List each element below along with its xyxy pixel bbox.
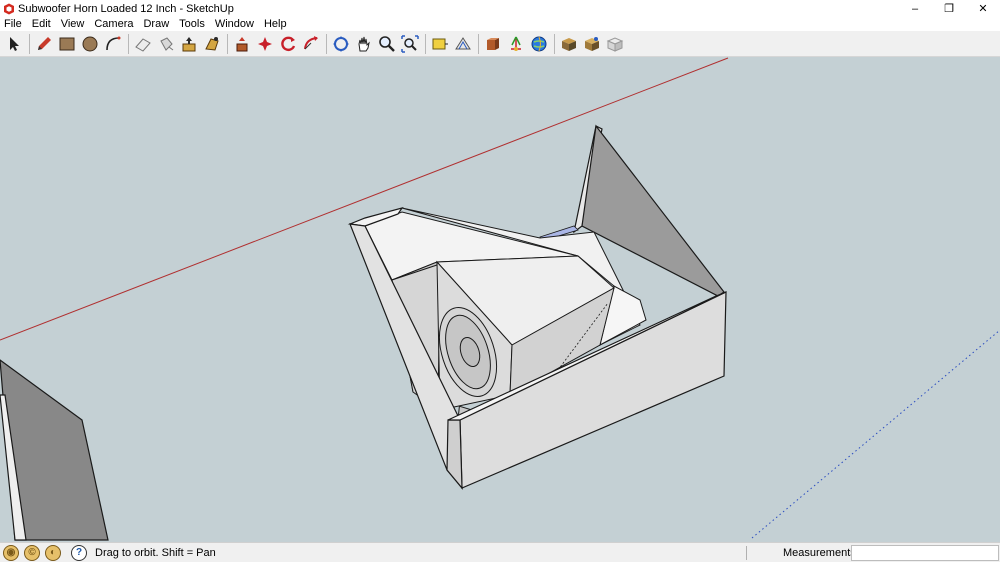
zoom-icon bbox=[379, 35, 395, 52]
select-tool-button[interactable] bbox=[3, 33, 25, 55]
dimensions-icon bbox=[511, 36, 521, 51]
protractor-icon bbox=[455, 36, 471, 49]
axes-tool-button[interactable] bbox=[482, 33, 504, 55]
arc-tool-button[interactable] bbox=[102, 33, 124, 55]
eraser-icon bbox=[135, 37, 151, 52]
zoom-extents-tool-button[interactable] bbox=[399, 33, 421, 55]
toolbar-separator bbox=[128, 33, 129, 54]
pencil-tool-button[interactable] bbox=[33, 33, 55, 55]
menu-draw[interactable]: Draw bbox=[143, 18, 169, 30]
axes-icon bbox=[487, 37, 499, 50]
menu-tools[interactable]: Tools bbox=[179, 18, 205, 30]
toolbar-separator bbox=[478, 33, 479, 54]
close-button[interactable]: ✕ bbox=[966, 0, 1000, 17]
toolbar-separator bbox=[554, 33, 555, 54]
select-icon bbox=[10, 36, 19, 51]
pencil-icon bbox=[38, 36, 51, 50]
pan-icon bbox=[358, 36, 370, 51]
share-model-icon bbox=[606, 36, 624, 52]
extension-warehouse-icon bbox=[585, 36, 599, 51]
protractor-tool-button[interactable] bbox=[452, 33, 474, 55]
follow-me-tool-button[interactable] bbox=[201, 33, 223, 55]
share-model-tool-button[interactable] bbox=[604, 33, 626, 55]
menu-help[interactable]: Help bbox=[264, 18, 287, 30]
title-bar: Subwoofer Horn Loaded 12 Inch - SketchUp… bbox=[0, 0, 1000, 17]
extension-warehouse-tool-button[interactable] bbox=[581, 33, 603, 55]
geo-location-icon[interactable]: ◉ bbox=[3, 544, 19, 561]
toolbar-separator bbox=[425, 33, 426, 54]
scale-icon bbox=[304, 35, 318, 49]
menu-camera[interactable]: Camera bbox=[94, 18, 133, 30]
circle-tool-button[interactable] bbox=[79, 33, 101, 55]
tape-measure-tool-button[interactable] bbox=[429, 33, 451, 55]
toolbar-separator bbox=[227, 33, 228, 54]
toolbar-separator bbox=[326, 33, 327, 54]
help-icon[interactable]: ? bbox=[71, 544, 87, 561]
offset-tool-button[interactable] bbox=[277, 33, 299, 55]
arc-icon bbox=[106, 36, 121, 50]
follow-me-icon bbox=[205, 36, 219, 51]
zoom-extents-icon bbox=[401, 34, 419, 53]
scale-tool-button[interactable] bbox=[300, 33, 322, 55]
eraser-tool-button[interactable] bbox=[132, 33, 154, 55]
toolbar-separator bbox=[29, 33, 30, 54]
left-panel bbox=[0, 359, 109, 541]
window-title: Subwoofer Horn Loaded 12 Inch - SketchUp bbox=[18, 2, 234, 15]
main-toolbar bbox=[0, 31, 1000, 57]
status-divider bbox=[746, 546, 747, 560]
rectangle-icon bbox=[59, 37, 75, 50]
status-hint: Drag to orbit. Shift = Pan bbox=[95, 546, 216, 559]
rectangle-tool-button[interactable] bbox=[56, 33, 78, 55]
menu-file[interactable]: File bbox=[4, 18, 22, 30]
3d-warehouse-icon bbox=[531, 36, 547, 51]
user-account-icon[interactable]: ◐ bbox=[45, 544, 61, 561]
credits-icon[interactable]: © bbox=[24, 544, 40, 561]
sketchup-logo-icon bbox=[4, 3, 14, 14]
status-bar: ◉ © ◐ ? Drag to orbit. Shift = Pan Measu… bbox=[0, 542, 1000, 562]
zoom-tool-button[interactable] bbox=[376, 33, 398, 55]
circle-icon bbox=[82, 36, 98, 51]
push-pull-icon bbox=[182, 36, 196, 51]
menu-bar: File Edit View Camera Draw Tools Window … bbox=[0, 17, 1000, 31]
pan-tool-button[interactable] bbox=[353, 33, 375, 55]
measurements-label: Measurements bbox=[783, 547, 856, 559]
dimensions-tool-button[interactable] bbox=[505, 33, 527, 55]
tape-measure-icon bbox=[432, 38, 448, 49]
offset-icon bbox=[281, 36, 296, 51]
menu-window[interactable]: Window bbox=[215, 18, 254, 30]
3d-viewport[interactable] bbox=[0, 57, 1000, 542]
move-icon bbox=[236, 36, 248, 51]
push-pull-tool-button[interactable] bbox=[178, 33, 200, 55]
paint-bucket-icon bbox=[160, 36, 174, 51]
move-tool-button[interactable] bbox=[231, 33, 253, 55]
3d-warehouse-tool-button[interactable] bbox=[528, 33, 550, 55]
orbit-tool-button[interactable] bbox=[330, 33, 352, 55]
menu-edit[interactable]: Edit bbox=[32, 18, 51, 30]
rotate-icon bbox=[258, 36, 272, 51]
orbit-icon bbox=[333, 35, 349, 52]
blue-axis bbox=[751, 329, 1000, 539]
minimize-button[interactable]: – bbox=[898, 0, 932, 17]
components-icon bbox=[562, 37, 576, 51]
restore-button[interactable]: ❐ bbox=[932, 0, 966, 17]
components-tool-button[interactable] bbox=[558, 33, 580, 55]
rotate-tool-button[interactable] bbox=[254, 33, 276, 55]
measurements-input[interactable] bbox=[851, 545, 999, 561]
paint-bucket-tool-button[interactable] bbox=[155, 33, 177, 55]
menu-view[interactable]: View bbox=[61, 18, 85, 30]
model-canvas bbox=[0, 57, 1000, 541]
